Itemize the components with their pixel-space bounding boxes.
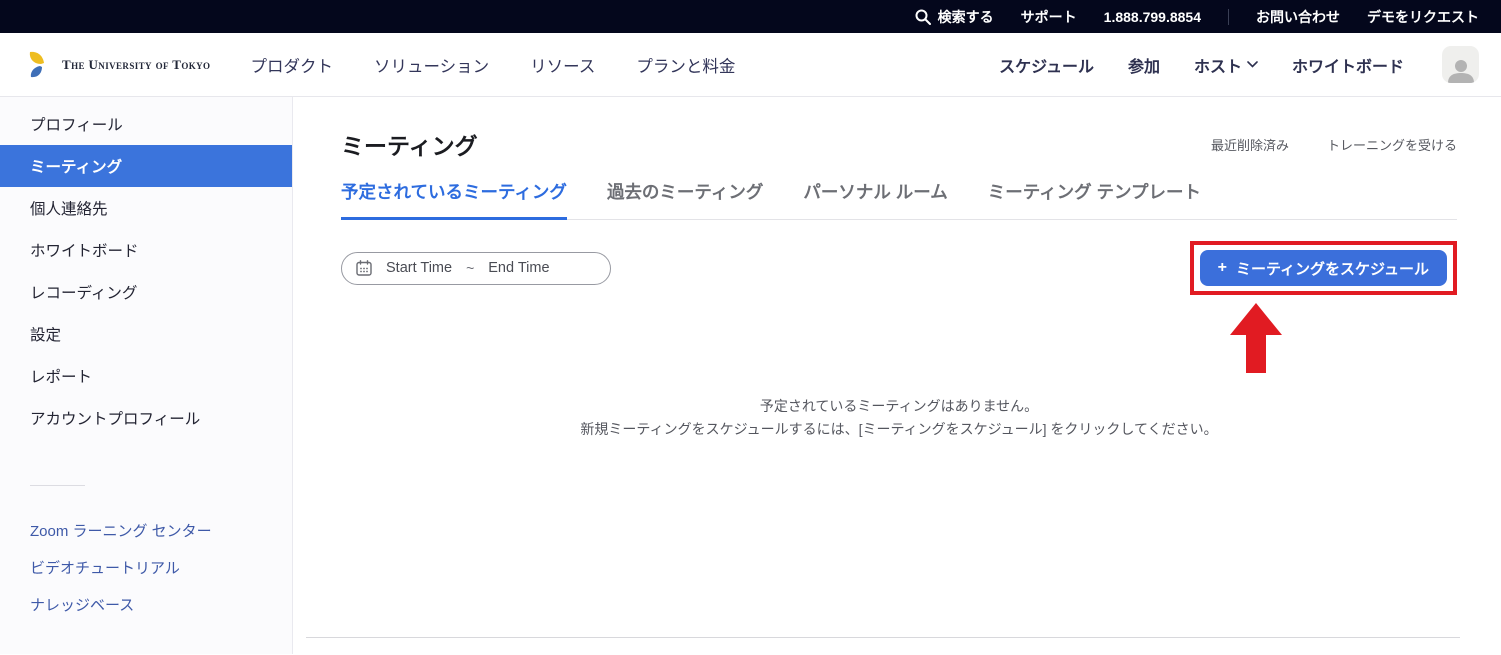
search-label: 検索する xyxy=(938,7,994,27)
get-training-link[interactable]: トレーニングを受ける xyxy=(1327,135,1457,154)
bottom-divider xyxy=(306,637,1460,638)
plus-icon: + xyxy=(1218,259,1227,277)
content-header: ミーティング 最近削除済み トレーニングを受ける xyxy=(341,127,1457,161)
range-separator: ~ xyxy=(466,260,474,276)
page-title: ミーティング xyxy=(341,127,478,161)
nav-right-actions: スケジュール 参加 ホスト ホワイトボード xyxy=(999,46,1479,83)
sidebar-item-reports[interactable]: レポート xyxy=(0,355,292,397)
sidebar-divider xyxy=(30,485,85,486)
sidebar-item-personal-contacts[interactable]: 個人連絡先 xyxy=(0,187,292,229)
nav-item-products[interactable]: プロダクト xyxy=(250,53,333,77)
nav-action-whiteboard[interactable]: ホワイトボード xyxy=(1292,53,1404,77)
sidebar-item-meetings[interactable]: ミーティング xyxy=(0,145,292,187)
calendar-icon xyxy=(356,260,372,276)
nav-action-schedule[interactable]: スケジュール xyxy=(999,53,1094,77)
nav-item-solutions[interactable]: ソリューション xyxy=(374,53,489,77)
ginkgo-leaf-icon xyxy=(28,50,54,80)
sidebar-item-whiteboard[interactable]: ホワイトボード xyxy=(0,229,292,271)
empty-state-message: 予定されているミーティングはありません。 新規ミーティングをスケジュールするには… xyxy=(341,395,1457,441)
nav-item-resources[interactable]: リソース xyxy=(530,53,595,77)
start-time-placeholder: Start Time xyxy=(386,260,452,276)
sidebar-link-knowledge-base[interactable]: ナレッジベース xyxy=(0,586,292,623)
red-highlight-box: + ミーティングをスケジュール xyxy=(1190,241,1457,295)
schedule-button-annotation-wrap: + ミーティングをスケジュール xyxy=(1190,241,1457,295)
request-demo-link[interactable]: デモをリクエスト xyxy=(1367,7,1479,27)
date-range-input[interactable]: Start Time ~ End Time xyxy=(341,252,611,285)
phone-number[interactable]: 1.888.799.8854 xyxy=(1104,9,1201,25)
zoom-web-portal-page: 検索する サポート 1.888.799.8854 お問い合わせ デモをリクエスト… xyxy=(0,0,1501,655)
sidebar-item-settings[interactable]: 設定 xyxy=(0,313,292,355)
recently-deleted-link[interactable]: 最近削除済み xyxy=(1211,135,1289,154)
nav-action-host-label: ホスト xyxy=(1194,53,1242,77)
tab-past-meetings[interactable]: 過去のミーティング xyxy=(607,179,763,219)
nav-action-host[interactable]: ホスト xyxy=(1194,53,1258,77)
tab-meeting-templates[interactable]: ミーティング テンプレート xyxy=(988,179,1201,219)
sidebar-link-video-tutorials[interactable]: ビデオチュートリアル xyxy=(0,549,292,586)
end-time-placeholder: End Time xyxy=(488,260,549,276)
schedule-meeting-button[interactable]: + ミーティングをスケジュール xyxy=(1200,250,1447,286)
empty-state-line2: 新規ミーティングをスケジュールするには、[ミーティングをスケジュール] をクリッ… xyxy=(341,418,1457,441)
main-navigation-bar: The University of Tokyo プロダクト ソリューション リソ… xyxy=(0,33,1501,97)
arrow-shaft xyxy=(1246,335,1266,373)
sidebar-item-profile[interactable]: プロフィール xyxy=(0,103,292,145)
main-content: ミーティング 最近削除済み トレーニングを受ける 予定されているミーティング 過… xyxy=(293,97,1501,654)
arrow-head xyxy=(1230,303,1282,335)
chevron-down-icon xyxy=(1247,61,1258,68)
support-link[interactable]: サポート xyxy=(1021,7,1077,27)
contact-link[interactable]: お問い合わせ xyxy=(1256,7,1340,27)
nav-left-menu: プロダクト ソリューション リソース プランと料金 xyxy=(250,53,735,77)
tab-personal-room[interactable]: パーソナル ルーム xyxy=(803,179,947,219)
header-links: 最近削除済み トレーニングを受ける xyxy=(1211,135,1457,154)
top-utility-bar: 検索する サポート 1.888.799.8854 お問い合わせ デモをリクエスト xyxy=(0,0,1501,33)
logo-text: The University of Tokyo xyxy=(62,57,210,73)
sidebar-item-recordings[interactable]: レコーディング xyxy=(0,271,292,313)
search-button[interactable]: 検索する xyxy=(915,7,994,27)
sidebar-item-account-profile[interactable]: アカウントプロフィール xyxy=(0,397,292,439)
sidebar: プロフィール ミーティング 個人連絡先 ホワイトボード レコーディング 設定 レ… xyxy=(0,97,293,654)
topbar-divider xyxy=(1228,9,1229,25)
university-of-tokyo-logo[interactable]: The University of Tokyo xyxy=(28,50,210,80)
nav-action-join[interactable]: 参加 xyxy=(1128,53,1160,77)
schedule-meeting-button-label: ミーティングをスケジュール xyxy=(1236,258,1429,279)
search-icon xyxy=(915,9,931,25)
nav-item-plans-pricing[interactable]: プランと料金 xyxy=(636,53,735,77)
empty-state-line1: 予定されているミーティングはありません。 xyxy=(341,395,1457,418)
red-arrow-annotation xyxy=(1230,303,1282,373)
controls-row: Start Time ~ End Time + ミーティングをスケジュール xyxy=(341,241,1457,295)
user-avatar[interactable] xyxy=(1442,46,1479,83)
sidebar-link-learning-center[interactable]: Zoom ラーニング センター xyxy=(0,512,292,549)
meetings-tabs: 予定されているミーティング 過去のミーティング パーソナル ルーム ミーティング… xyxy=(341,179,1457,220)
tab-upcoming-meetings[interactable]: 予定されているミーティング xyxy=(341,179,567,220)
page-body: プロフィール ミーティング 個人連絡先 ホワイトボード レコーディング 設定 レ… xyxy=(0,97,1501,654)
